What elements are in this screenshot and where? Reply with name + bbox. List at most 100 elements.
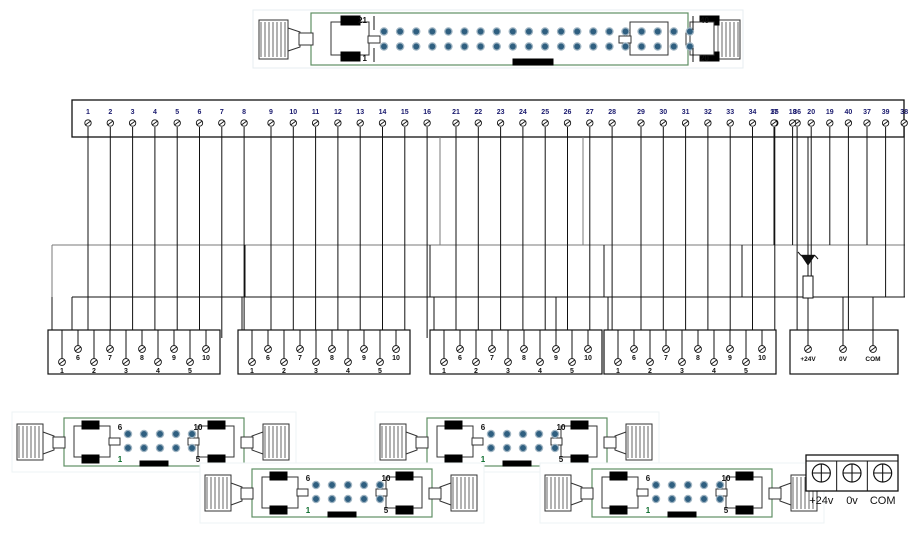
pin-dot[interactable] <box>667 494 677 504</box>
zener-resistor-network[interactable] <box>797 137 819 304</box>
pin-dot[interactable] <box>508 27 518 36</box>
pin-dot[interactable] <box>556 27 566 36</box>
pin-dot[interactable] <box>524 27 534 36</box>
pin-dot[interactable] <box>359 480 369 490</box>
block-screw-bottom[interactable] <box>646 358 654 366</box>
block-screw-bottom[interactable] <box>536 358 544 366</box>
block-screw-top[interactable] <box>520 345 528 353</box>
pin-dot[interactable] <box>395 42 405 51</box>
pin-dot[interactable] <box>502 429 512 439</box>
terminal-screw[interactable] <box>195 119 204 127</box>
terminal-screw[interactable] <box>807 119 815 127</box>
pin-dot[interactable] <box>476 27 485 36</box>
pin-dot[interactable] <box>411 42 421 51</box>
block-screw-bottom[interactable] <box>90 358 98 366</box>
terminal-screw[interactable] <box>356 119 364 127</box>
pin-dot[interactable] <box>139 429 149 439</box>
pin-dot[interactable] <box>327 494 337 504</box>
block-screw-top[interactable] <box>758 345 766 353</box>
pin-dot[interactable] <box>395 27 405 36</box>
block-screw-bottom[interactable] <box>614 358 622 366</box>
lower-terminal-blocks[interactable]: 6 1 7 2 8 3 9 4 10 5 6 1 7 2 8 3 9 4 10 5 6 1 7 2 8 3 9 4 10 5 6 1 7 2 8 3 9… <box>47 329 777 375</box>
pin-dot[interactable] <box>683 480 693 490</box>
terminal-screw[interactable] <box>173 119 181 127</box>
block-screw-top[interactable] <box>584 345 592 353</box>
pin-dot[interactable] <box>685 42 695 51</box>
terminal-screw[interactable] <box>423 119 431 127</box>
pin-dot[interactable] <box>605 42 614 51</box>
block-screw-bottom[interactable] <box>280 358 288 366</box>
terminal-screw[interactable] <box>496 119 505 127</box>
terminal-strip[interactable]: 1 2 3 4 5 6 7 8 9 10 11 12 13 14 15 16 21 22 23 24 25 26 27 28 2… <box>71 99 908 138</box>
pin-dot[interactable] <box>556 42 566 51</box>
pin-dot[interactable] <box>171 443 181 453</box>
terminal-screw[interactable] <box>659 119 667 127</box>
pin-dot[interactable] <box>343 480 353 490</box>
block-screw-top[interactable] <box>328 345 336 353</box>
terminal-block-2[interactable]: 6 1 7 2 8 3 9 4 10 5 <box>237 329 411 375</box>
terminal-screw[interactable] <box>637 119 645 127</box>
terminal-screw[interactable] <box>586 119 594 127</box>
pin-dot[interactable] <box>572 42 582 51</box>
lower-connector-d[interactable]: 6 10 1 5 <box>539 462 825 524</box>
terminal-screw[interactable] <box>452 119 460 127</box>
pin-dot[interactable] <box>653 42 662 51</box>
pin-dot[interactable] <box>589 27 598 36</box>
terminal-screw[interactable] <box>826 119 834 127</box>
terminal-screw[interactable] <box>311 119 320 127</box>
block-screw-top[interactable] <box>694 345 702 353</box>
pin-dot[interactable] <box>621 42 630 51</box>
pin-dot[interactable] <box>428 27 437 36</box>
power-screw[interactable] <box>869 345 877 353</box>
pin-dot[interactable] <box>123 443 133 453</box>
block-screw-bottom[interactable] <box>58 358 66 366</box>
block-screw-top[interactable] <box>170 345 178 353</box>
pin-dot[interactable] <box>699 494 709 504</box>
block-screw-bottom[interactable] <box>312 358 320 366</box>
block-screw-top[interactable] <box>726 345 734 353</box>
pin-dot[interactable] <box>155 429 165 439</box>
terminal-screw[interactable] <box>84 119 92 127</box>
pin-dot[interactable] <box>651 494 661 504</box>
pin-dot[interactable] <box>651 480 661 490</box>
block-screw-bottom[interactable] <box>742 358 750 366</box>
power-terminal-top[interactable]: +24V 0V COM <box>789 297 899 375</box>
terminal-screw[interactable] <box>863 119 871 127</box>
pin-dot[interactable] <box>327 480 337 490</box>
top-connector-assembly[interactable]: 21 1 40 20 <box>252 9 744 69</box>
block-screw-top[interactable] <box>74 345 82 353</box>
pin-dot[interactable] <box>375 494 385 504</box>
block-screw-bottom[interactable] <box>154 358 162 366</box>
pin-dot[interactable] <box>605 27 614 36</box>
block-screw-top[interactable] <box>488 345 496 353</box>
terminal-screw[interactable] <box>900 119 908 127</box>
pin-dot[interactable] <box>518 429 528 439</box>
pin-dot[interactable] <box>460 27 469 36</box>
block-screw-top[interactable] <box>662 345 670 353</box>
terminal-screw[interactable] <box>608 119 616 127</box>
terminal-screw[interactable] <box>334 119 342 127</box>
terminal-screw[interactable] <box>240 119 248 127</box>
terminal-screw[interactable] <box>770 119 778 127</box>
pin-dot[interactable] <box>715 494 725 504</box>
terminal-screw[interactable] <box>289 119 297 127</box>
terminal-screw[interactable] <box>704 119 712 127</box>
block-screw-bottom[interactable] <box>568 358 576 366</box>
pin-dot[interactable] <box>155 443 165 453</box>
pin-dot[interactable] <box>187 443 197 453</box>
pin-dot[interactable] <box>359 494 369 504</box>
lower-connector-c[interactable]: 6 10 1 5 <box>199 462 485 524</box>
pin-dot[interactable] <box>476 42 485 51</box>
pin-dot[interactable] <box>667 480 677 490</box>
block-screw-top[interactable] <box>552 345 560 353</box>
pin-dot[interactable] <box>502 443 512 453</box>
terminal-screw[interactable] <box>519 119 527 127</box>
pin-dot[interactable] <box>508 42 518 51</box>
block-screw-bottom[interactable] <box>472 358 480 366</box>
pin-dot[interactable] <box>379 42 389 51</box>
pin-dot[interactable] <box>637 42 646 51</box>
terminal-screw[interactable] <box>218 119 226 127</box>
block-screw-top[interactable] <box>360 345 368 353</box>
pin-dot[interactable] <box>444 42 453 51</box>
terminal-block-1[interactable]: 6 1 7 2 8 3 9 4 10 5 <box>47 329 221 375</box>
